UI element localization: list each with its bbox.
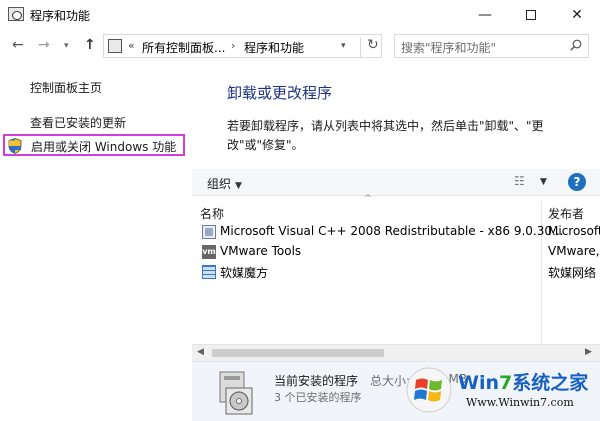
horizontal-scrollbar[interactable]: ◀ ▶ xyxy=(192,344,600,361)
grid-app-icon xyxy=(202,265,216,279)
address-dropdown-button[interactable]: ▾ xyxy=(341,41,346,51)
program-publisher: VMware, xyxy=(548,244,600,258)
programs-app-icon xyxy=(8,7,24,21)
organize-label: 组织 xyxy=(207,177,232,191)
column-header-name[interactable]: 名称 xyxy=(200,205,224,222)
current-programs-label: 当前安装的程序 xyxy=(274,374,359,388)
refresh-button[interactable]: ↻ xyxy=(360,37,379,57)
watermark: Win7系统之家 Www.Winwin7.com xyxy=(404,360,600,421)
page-description: 若要卸载程序，请从列表中将其选中，然后单击"卸载"、"更改"或"修复"。 xyxy=(227,119,544,152)
table-row[interactable]: 软媒魔方 软媒网络 xyxy=(192,262,600,282)
program-name: Microsoft Visual C++ 2008 Redistributabl… xyxy=(220,224,564,238)
command-toolbar: 组织 ▼ ☷ ▼ ? xyxy=(192,169,600,196)
scroll-right-button[interactable]: ▶ xyxy=(585,347,592,357)
watermark-title: Win7系统之家 xyxy=(458,368,588,395)
page-title: 卸载或更改程序 xyxy=(227,84,333,102)
installer-icon xyxy=(219,371,253,415)
table-row[interactable]: Microsoft Visual C++ 2008 Redistributabl… xyxy=(192,222,600,242)
watermark-url: Www.Winwin7.com xyxy=(466,396,574,409)
breadcrumb-programs[interactable]: 程序和功能 xyxy=(244,39,304,56)
program-publisher: Microsoft xyxy=(548,224,600,238)
view-options-button[interactable]: ☷ xyxy=(514,174,525,188)
table-row[interactable]: vm VMware Tools VMware, xyxy=(192,242,600,262)
watermark-title-seven: 7 xyxy=(499,372,513,394)
minimize-button[interactable]: — xyxy=(462,0,508,30)
program-name: VMware Tools xyxy=(220,244,302,258)
navigation-bar: ← → ▾ ↑ « 所有控制面板... › 程序和功能 ▾ ↻ 搜索"程序和功能… xyxy=(0,30,600,62)
recent-locations-button[interactable]: ▾ xyxy=(64,41,69,51)
breadcrumb-all-control-panel[interactable]: 所有控制面板... xyxy=(142,39,225,56)
maximize-button[interactable] xyxy=(508,0,554,30)
search-input[interactable]: 搜索"程序和功能" xyxy=(394,34,589,58)
window-title: 程序和功能 xyxy=(30,9,91,23)
program-name: 软媒魔方 xyxy=(220,266,269,280)
sidebar: 控制面板主页 查看已安装的更新 启用或关闭 Windows 功能 xyxy=(0,62,192,421)
title-bar: 程序和功能 — ✕ xyxy=(0,0,600,30)
sidebar-item-label: 启用或关闭 Windows 功能 xyxy=(31,140,177,154)
vmware-icon: vm xyxy=(202,245,216,259)
column-header-publisher[interactable]: 发布者 xyxy=(548,205,584,222)
chevron-down-icon: ▼ xyxy=(235,181,242,191)
back-button[interactable]: ← xyxy=(12,37,24,53)
breadcrumb-separator[interactable]: › xyxy=(231,39,235,52)
control-panel-icon xyxy=(108,39,122,53)
sidebar-item-installed-updates[interactable]: 查看已安装的更新 xyxy=(30,114,126,131)
address-bar[interactable]: « 所有控制面板... › 程序和功能 ▾ ↻ xyxy=(103,34,382,58)
shield-icon xyxy=(8,138,22,154)
installed-count-label: 3 个已安装的程序 xyxy=(274,391,362,404)
help-button[interactable]: ? xyxy=(568,173,586,191)
scroll-left-button[interactable]: ◀ xyxy=(197,347,204,357)
msi-package-icon xyxy=(202,225,216,239)
maximize-icon xyxy=(526,10,536,20)
close-button[interactable]: ✕ xyxy=(554,0,600,30)
windows-logo-icon xyxy=(406,367,452,413)
sidebar-item-windows-features[interactable]: 启用或关闭 Windows 功能 xyxy=(3,134,185,156)
search-icon[interactable] xyxy=(570,39,582,51)
view-dropdown-button[interactable]: ▼ xyxy=(540,177,547,187)
search-placeholder: 搜索"程序和功能" xyxy=(401,41,497,55)
up-button[interactable]: ↑ xyxy=(84,37,96,53)
breadcrumb-overflow-button[interactable]: « xyxy=(128,39,135,52)
watermark-title-prefix: Win xyxy=(458,372,499,394)
forward-button[interactable]: → xyxy=(38,37,50,53)
organize-menu-button[interactable]: 组织 ▼ xyxy=(207,175,242,192)
scroll-thumb[interactable] xyxy=(212,349,384,357)
watermark-title-suffix: 系统之家 xyxy=(512,372,589,394)
program-publisher: 软媒网络 xyxy=(548,266,597,280)
sidebar-item-control-panel-home[interactable]: 控制面板主页 xyxy=(30,79,102,96)
